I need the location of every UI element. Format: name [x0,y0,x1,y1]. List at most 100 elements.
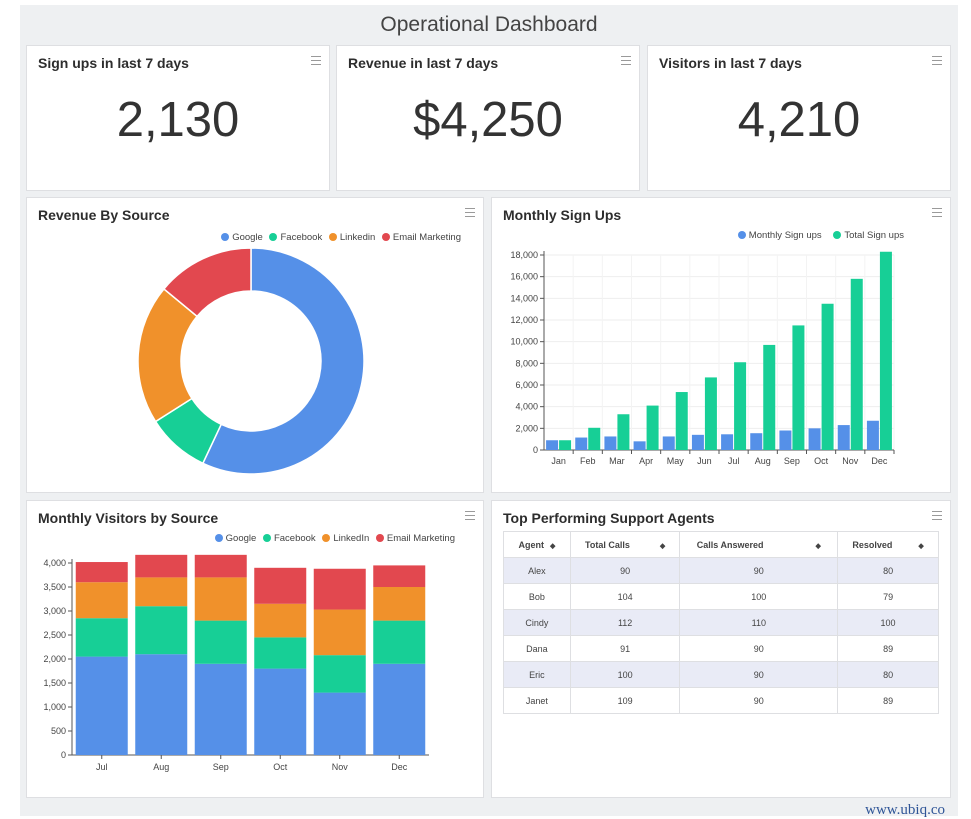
table-cell: Alex [503,557,571,584]
stacked-bar-email-marketing-sep [194,554,247,578]
bar-total-may [675,392,688,450]
bar-total-aug [763,344,776,450]
bar-monthly-jun [691,434,704,450]
y-tick-label: 2,500 [43,630,66,640]
table-row[interactable]: Cindy 112 110 100 [503,609,939,636]
stacked-bar-email-marketing-oct [254,567,307,604]
stacked-bar-linkedin-jul [75,582,128,619]
stacked-bar-facebook-nov [313,655,366,693]
monthly-signups-panel: Monthly Sign Ups Monthly Sign ups Total … [491,197,951,493]
stacked-bar-linkedin-dec [373,587,426,621]
x-tick-label: Jul [728,456,740,466]
x-tick-label: Nov [332,762,349,772]
bar-total-dec [879,251,892,450]
column-label: Resolved [852,539,893,550]
y-tick-label: 6,000 [515,380,538,390]
bar-monthly-mar [604,436,617,450]
table-cell: 89 [837,635,939,662]
table-row[interactable]: Eric 100 90 80 [503,661,939,688]
y-tick-label: 3,500 [43,582,66,592]
table-row[interactable]: Dana 91 90 89 [503,635,939,662]
table-cell: Bob [503,583,571,610]
stacked-bar-facebook-aug [135,606,188,655]
x-tick-label: Sep [213,762,229,772]
table-cell: 91 [569,635,681,662]
table-cell: 100 [837,609,939,636]
x-tick-label: Dec [391,762,408,772]
table-cell: 110 [679,609,839,636]
stacked-bar-email-marketing-dec [373,565,426,587]
y-tick-label: 0 [61,750,66,760]
bar-total-feb [588,427,601,450]
stacked-bar-email-marketing-jul [75,562,128,583]
table-cell: 100 [679,583,839,610]
column-label: Total Calls [585,539,630,550]
dashboard-title: Operational Dashboard [380,13,598,36]
y-tick-label: 3,000 [43,606,66,616]
y-tick-label: 4,000 [43,558,66,568]
revenue-by-source-panel: Revenue By Source Google Facebook Linked… [26,197,484,493]
x-tick-label: Jul [96,762,108,772]
bar-monthly-may [662,436,675,450]
table-row[interactable]: Janet 109 90 89 [503,687,939,714]
bar-monthly-oct [808,428,821,450]
table-cell: 90 [679,635,839,662]
sort-icon: ◆ [918,542,924,550]
bar-monthly-jul [721,434,734,450]
y-tick-label: 2,000 [43,654,66,664]
table-row[interactable]: Alex 90 90 80 [503,557,939,584]
bar-total-jun [704,377,717,450]
x-tick-label: Jan [551,456,566,466]
bar-total-mar [617,414,630,450]
bar-total-apr [646,405,659,450]
y-tick-label: 500 [51,726,66,736]
bar-monthly-apr [633,441,646,450]
column-header-agent[interactable]: Agent ◆ [503,531,571,558]
x-tick-label: Sep [784,456,800,466]
table-cell: Eric [503,661,571,688]
sort-icon: ◆ [549,542,556,550]
table-cell: 79 [837,583,939,610]
y-tick-label: 10,000 [510,337,538,347]
table-cell: 90 [679,557,839,584]
stacked-bar-google-nov [313,692,366,755]
y-tick-label: 8,000 [515,358,538,368]
bar-monthly-dec [866,420,879,450]
table-cell: 80 [837,661,939,688]
menu-icon[interactable] [932,511,942,520]
stacked-bar-google-oct [254,668,307,755]
menu-icon[interactable] [932,56,942,65]
x-tick-label: Oct [273,762,288,772]
table-cell: 90 [679,687,839,714]
stacked-bar-facebook-sep [194,620,247,664]
y-tick-label: 14,000 [510,293,538,303]
bar-total-sep [792,325,805,450]
table-row[interactable]: Bob 104 100 79 [503,583,939,610]
bar-monthly-aug [750,433,763,450]
y-tick-label: 16,000 [510,272,538,282]
x-tick-label: Apr [639,456,653,466]
stacked-bar-google-aug [135,654,188,755]
bar-monthly-feb [575,437,588,450]
kpi-card-revenue: Revenue in last 7 days $4,250 [336,45,640,191]
monthly-visitors-panel: Monthly Visitors by Source Google Facebo… [26,500,484,798]
x-tick-label: Jun [697,456,712,466]
menu-icon[interactable] [311,56,321,65]
x-tick-label: May [667,456,685,466]
table-cell: 90 [679,661,839,688]
watermark: www.ubiq.co [865,802,945,818]
stacked-bar-google-dec [373,663,426,755]
dashboard: Operational Dashboard Sign ups in last 7… [20,5,958,818]
table-cell: Janet [503,687,571,714]
column-header-resolved[interactable]: Resolved ◆ [837,531,939,558]
column-header-calls-answered[interactable]: Calls Answered ◆ [679,531,839,558]
bar-total-jul [734,362,747,450]
column-header-total-calls[interactable]: Total Calls ◆ [569,531,681,558]
bar-total-oct [821,303,834,450]
menu-icon[interactable] [621,56,631,65]
kpi-value: 4,210 [737,93,861,147]
x-tick-label: Dec [871,456,888,466]
table-cell: 112 [569,609,681,636]
y-tick-label: 4,000 [515,402,538,412]
column-label: Agent [518,539,544,550]
